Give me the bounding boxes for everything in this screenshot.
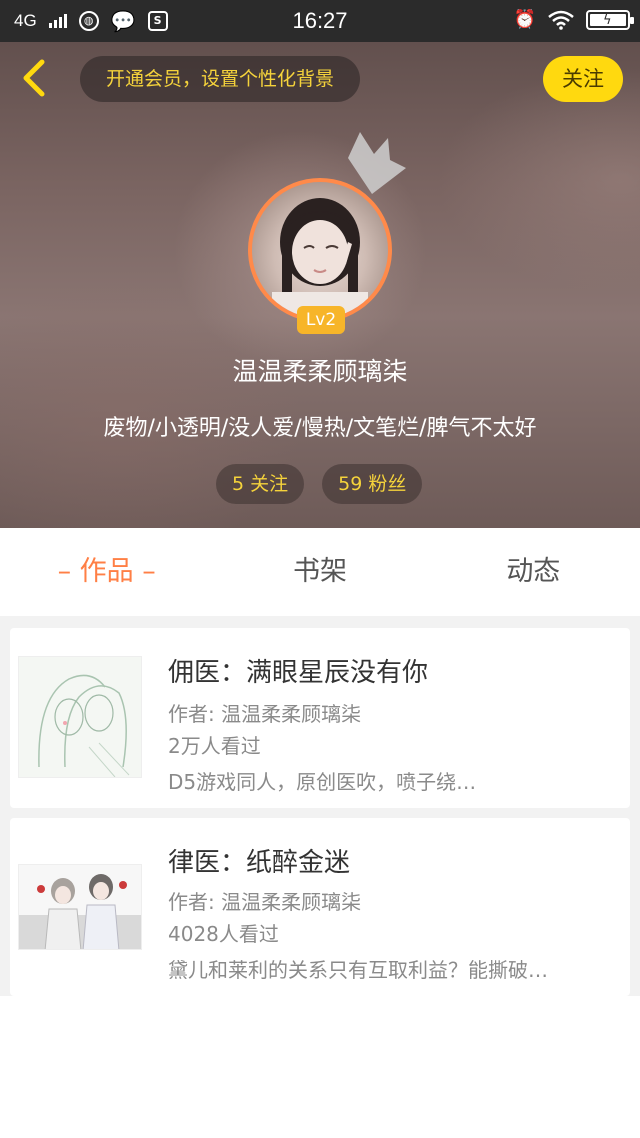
user-profile-screen: 4G ◍ 💬 S 16:27 ⏰ ϟ 开通会员，设置个性化背景 关注 Lv2 温… (0, 0, 640, 1138)
back-button[interactable] (14, 56, 54, 100)
status-bar: 4G ◍ 💬 S 16:27 ⏰ ϟ (0, 0, 640, 42)
work-views: 2万人看过 (168, 734, 261, 758)
work-item[interactable]: 佣医：满眼星辰没有你 作者: 温温柔柔顾璃柒 2万人看过 D5游戏同人，原创医吹… (10, 628, 630, 808)
work-title: 佣医：满眼星辰没有你 (168, 658, 429, 688)
battery-icon: ϟ (586, 9, 634, 30)
work-cover-image (18, 864, 142, 950)
back-arrow-icon (23, 59, 45, 97)
alarm-icon: ⏰ (513, 9, 536, 30)
level-badge: Lv2 (297, 306, 345, 334)
vip-background-prompt[interactable]: 开通会员，设置个性化背景 (80, 56, 360, 102)
follow-stats: 5 关注 59 粉丝 (216, 464, 423, 504)
avatar[interactable] (248, 178, 392, 322)
tab-bookshelf[interactable]: 书架 (213, 528, 426, 616)
follow-button[interactable]: 关注 (543, 56, 623, 102)
following-count-button[interactable]: 5 关注 (216, 464, 305, 504)
tab-works[interactable]: – 作品 – (0, 528, 213, 616)
work-summary: D5游戏同人，原创医吹，喷子绕… (168, 770, 477, 794)
tab-activity[interactable]: 动态 (427, 528, 640, 616)
wifi-icon (548, 10, 574, 30)
status-bar-right: ⏰ ϟ (513, 9, 634, 30)
followers-count-button[interactable]: 59 粉丝 (322, 464, 423, 504)
work-author: 作者: 温温柔柔顾璃柒 (168, 702, 362, 726)
username: 温温柔柔顾璃柒 (232, 357, 408, 386)
user-bio: 废物/小透明/没人爱/慢热/文笔烂/脾气不太好 (103, 416, 537, 441)
avatar-portrait-image (272, 198, 368, 318)
work-author: 作者: 温温柔柔顾璃柒 (168, 890, 362, 914)
works-list: 佣医：满眼星辰没有你 作者: 温温柔柔顾璃柒 2万人看过 D5游戏同人，原创医吹… (0, 616, 640, 996)
work-title: 律医：纸醉金迷 (168, 848, 351, 878)
work-cover-image (18, 656, 142, 778)
work-summary: 黛儿和莱利的关系只有互取利益？能撕破… (168, 958, 548, 982)
work-item[interactable]: 律医：纸醉金迷 作者: 温温柔柔顾璃柒 4028人看过 黛儿和莱利的关系只有互取… (10, 818, 630, 996)
profile-tabs: – 作品 – 书架 动态 (0, 528, 640, 616)
work-views: 4028人看过 (168, 922, 279, 946)
